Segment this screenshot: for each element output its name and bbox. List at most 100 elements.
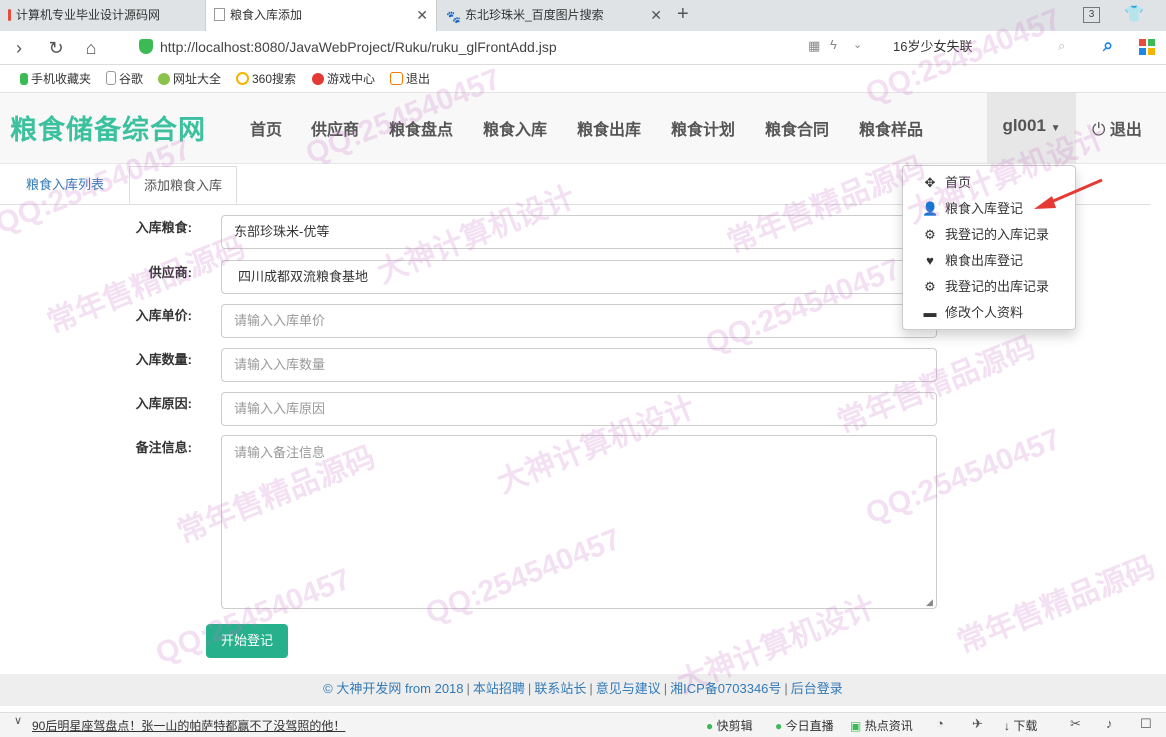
grid-icon: ▣ — [850, 719, 862, 733]
cog-icon: ⚙ — [924, 279, 936, 294]
window-icon[interactable]: ☐ — [1140, 716, 1152, 732]
nav-stock-out[interactable]: 粮食出库 — [577, 116, 641, 140]
sound-icon[interactable]: ♪ — [1106, 716, 1113, 731]
dropdown-item-stock-out-register[interactable]: ♥ 粮食出库登记 — [903, 248, 1075, 274]
pin-icon[interactable]: ✈ — [972, 716, 983, 732]
caret-down-icon: ▼ — [1050, 123, 1061, 134]
footer-copyright: © 大神开发网 from 2018 — [323, 681, 464, 696]
favicon-icon — [8, 9, 11, 21]
phone-icon — [20, 73, 28, 85]
close-tab-icon[interactable]: ✕ — [650, 0, 662, 31]
status-download[interactable]: ↓ 下载 — [1004, 717, 1037, 734]
page-icon — [214, 8, 225, 21]
price-label: 入库单价: — [135, 308, 192, 323]
site-brand[interactable]: 粮食储备综合网 — [10, 108, 206, 147]
site-footer: © 大神开发网 from 2018 | 本站招聘 | 联系站长 | 意见与建议 | 湘ICP备0… — [0, 674, 1166, 706]
reload-icon[interactable]: ↻ — [45, 37, 67, 59]
footer-link-admin[interactable]: 后台登录 — [791, 681, 843, 696]
bookmark-hao[interactable]: 网址大全 — [158, 70, 221, 88]
dropdown-item-edit-profile[interactable]: ▬ 修改个人资料 — [903, 300, 1075, 326]
browser-tab-3[interactable]: 🐾 东北珍珠米_百度图片搜索 ✕ — [438, 0, 670, 31]
watermark-source: 常年售精品源码 — [952, 550, 1160, 660]
bookmark-360[interactable]: 360搜索 — [236, 70, 296, 88]
bookmark-games[interactable]: 游戏中心 — [312, 70, 375, 88]
360-icon — [236, 72, 249, 85]
submit-button[interactable]: 开始登记 — [206, 624, 288, 658]
search-hint-icon: ⌕ — [1058, 38, 1066, 53]
remark-textarea[interactable]: 请输入备注信息 — [221, 435, 937, 609]
bookmark-mobile[interactable]: 手机收藏夹 — [20, 70, 91, 88]
quantity-label: 入库数量: — [135, 352, 192, 367]
user-icon: 👤 — [922, 201, 939, 216]
tab-add-stock-in[interactable]: 添加粮食入库 — [129, 166, 238, 204]
chevron-down-icon[interactable]: ∨ — [14, 714, 22, 727]
play-icon: ● — [706, 719, 714, 733]
skin-icon[interactable]: 👕 — [1124, 4, 1144, 24]
browser-tab-2[interactable]: 粮食入库添加 ✕ — [205, 0, 437, 32]
reason-input[interactable]: 请输入入库原因 — [221, 392, 937, 426]
logout-link[interactable]: ⏻ 退出 — [1092, 116, 1142, 140]
nav-sample[interactable]: 粮食样品 — [859, 116, 923, 140]
footer-link-contact[interactable]: 联系站长 — [534, 681, 586, 696]
username: gl001 — [1002, 116, 1046, 135]
lightning-icon[interactable]: ϟ — [830, 37, 837, 52]
power-icon: ⏻ — [1092, 120, 1106, 139]
search-icon[interactable]: ⌕ — [1103, 35, 1113, 56]
footer-link-feedback[interactable]: 意见与建议 — [596, 681, 661, 696]
forward-icon[interactable]: › — [8, 37, 30, 59]
nav-home[interactable]: 首页 — [250, 116, 282, 140]
screenshot-icon[interactable]: ✂ — [1070, 716, 1081, 732]
supplier-select[interactable]: 四川成都双流粮食基地 — [221, 260, 937, 294]
grain-label: 入库粮食: — [135, 220, 192, 235]
browser-tab-1[interactable]: 计算机专业毕业设计源码网 — [0, 0, 205, 31]
browser-tab-label: 东北珍珠米_百度图片搜索 — [465, 8, 604, 22]
game-icon — [312, 73, 324, 85]
grain-select[interactable]: 东部珍珠米-优等 — [221, 215, 937, 249]
remark-label: 备注信息: — [135, 440, 192, 455]
nav-supplier[interactable]: 供应商 — [311, 116, 359, 140]
home-icon[interactable]: ⌂ — [80, 37, 102, 59]
new-tab-icon[interactable]: + — [677, 3, 689, 26]
apps-icon[interactable] — [1139, 39, 1155, 55]
globe-icon — [158, 73, 170, 85]
dropdown-item-my-stock-out[interactable]: ⚙ 我登记的出库记录 — [903, 274, 1075, 300]
url-input[interactable]: http://localhost:8080/JavaWebProject/Ruk… — [160, 36, 900, 58]
speed-icon[interactable]: ◔ — [936, 716, 944, 731]
qr-icon[interactable]: ▦ — [808, 38, 820, 54]
browser-tab-label: 粮食入库添加 — [230, 8, 303, 22]
tab-stock-in-list[interactable]: 粮食入库列表 — [12, 166, 118, 204]
baidu-paw-icon: 🐾 — [446, 10, 461, 24]
secure-shield-icon — [139, 39, 153, 54]
heart-icon: ♥ — [926, 253, 934, 268]
status-news-link[interactable]: 90后明星座驾盘点！张一山的帕萨特都赢不了没驾照的他！ — [32, 717, 345, 734]
nav-contract[interactable]: 粮食合同 — [765, 116, 829, 140]
supplier-label: 供应商: — [148, 265, 192, 280]
card-icon: ▬ — [923, 305, 937, 320]
browser-tab-label: 计算机专业毕业设计源码网 — [16, 8, 161, 22]
close-tab-icon[interactable]: ✕ — [416, 0, 428, 31]
cog-icon: ⚙ — [924, 227, 936, 242]
nav-stock-in[interactable]: 粮食入库 — [483, 116, 547, 140]
nav-inventory[interactable]: 粮食盘点 — [389, 116, 453, 140]
status-hot[interactable]: ▣ 热点资讯 — [850, 717, 913, 734]
bookmark-google[interactable]: 谷歌 — [106, 70, 143, 88]
bookmark-exit[interactable]: 退出 — [390, 70, 430, 88]
status-clip[interactable]: ● 快剪辑 — [706, 717, 753, 734]
user-menu-toggle[interactable]: gl001 ▼ — [987, 93, 1076, 163]
nav-plan[interactable]: 粮食计划 — [671, 116, 735, 140]
play-icon: ● — [775, 719, 783, 733]
download-icon: ↓ — [1004, 719, 1010, 733]
annotation-arrow-icon — [1034, 178, 1103, 209]
tab-count-badge[interactable]: 3 — [1083, 7, 1100, 23]
chevron-down-icon[interactable]: ⌄ — [853, 38, 862, 51]
dropdown-item-my-stock-in[interactable]: ⚙ 我登记的入库记录 — [903, 222, 1075, 248]
exit-icon — [390, 72, 403, 85]
price-input[interactable]: 请输入入库单价 — [221, 304, 937, 338]
footer-link-icp[interactable]: 湘ICP备0703346号 — [670, 681, 781, 696]
logout-label: 退出 — [1109, 122, 1142, 139]
reason-label: 入库原因: — [135, 396, 192, 411]
resize-handle-icon[interactable]: ◢ — [926, 597, 933, 608]
quantity-input[interactable]: 请输入入库数量 — [221, 348, 937, 382]
status-live[interactable]: ● 今日直播 — [775, 717, 834, 734]
footer-link-jobs[interactable]: 本站招聘 — [473, 681, 525, 696]
